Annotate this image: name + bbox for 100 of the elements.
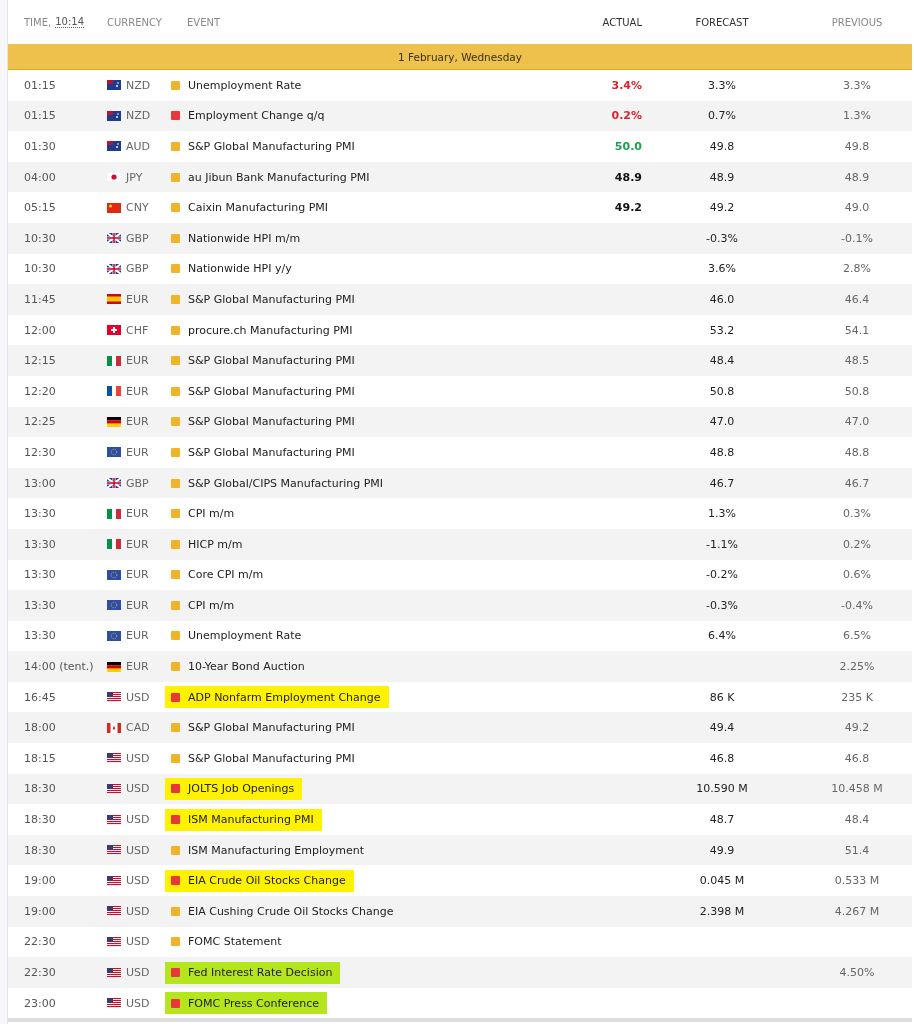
flag-icon <box>107 110 121 121</box>
forecast-cell-text: 47.0 <box>708 415 736 429</box>
flag-icon <box>107 386 121 397</box>
currency-cell: CHF <box>126 323 149 337</box>
event-cell[interactable]: Employment Change q/q <box>188 109 325 123</box>
previous-cell-text: 50.8 <box>843 384 871 398</box>
event-cell[interactable]: S&P Global Manufacturing PMI <box>188 415 355 429</box>
time-cell-text: 19:00 <box>23 904 57 918</box>
event-cell[interactable]: S&P Global Manufacturing PMI <box>188 292 355 306</box>
event-cell[interactable]: S&P Global Manufacturing PMI <box>188 354 355 368</box>
flag-icon <box>107 569 121 580</box>
event-cell[interactable]: Nationwide HPI y/y <box>188 262 292 276</box>
flag-icon <box>107 722 121 733</box>
event-cell[interactable]: S&P Global Manufacturing PMI <box>188 721 355 735</box>
event-cell[interactable]: FOMC Statement <box>188 935 282 949</box>
time-cell-text: 13:30 <box>23 507 57 521</box>
time-cell-text: 01:30 <box>23 140 57 153</box>
column-header: CURRENCY <box>106 16 163 28</box>
clock-link[interactable]: 10:14 <box>55 16 84 28</box>
flag-icon <box>107 294 121 305</box>
flag-icon <box>107 355 121 366</box>
flag-icon <box>107 141 121 152</box>
previous-cell-text: 235 K <box>840 690 874 704</box>
event-cell[interactable]: S&P Global/CIPS Manufacturing PMI <box>188 476 384 490</box>
event-cell[interactable]: Core CPI m/m <box>188 568 264 582</box>
column-header: PREVIOUS <box>830 16 884 28</box>
flag-icon <box>107 967 121 978</box>
previous-cell-text: 46.8 <box>843 751 871 765</box>
previous-cell-text: 47.0 <box>843 415 871 429</box>
flag-icon <box>107 172 121 183</box>
time-cell-text: 12:15 <box>23 354 57 368</box>
time-cell-text: 04:00 <box>23 170 57 184</box>
forecast-cell-text: 48.7 <box>708 813 736 827</box>
event-cell[interactable]: Unemployment Rate <box>188 78 302 92</box>
event-cell[interactable]: CPI m/m <box>188 507 235 521</box>
currency-cell: USD <box>126 843 150 857</box>
column-header: FORECAST <box>694 16 750 28</box>
previous-cell-text: 4.50% <box>838 966 876 979</box>
event-cell[interactable]: S&P Global Manufacturing PMI <box>188 384 355 398</box>
forecast-cell-text: -0.3% <box>705 598 739 612</box>
flag-icon <box>107 631 121 641</box>
event-cell[interactable]: Fed Interest Rate Decision <box>188 966 333 979</box>
forecast-cell-text: 0.045 M <box>698 874 746 888</box>
currency-cell: AUD <box>126 140 151 153</box>
currency-cell: EUR <box>126 568 149 582</box>
forecast-cell-text: 46.0 <box>708 292 736 306</box>
currency-cell: GBP <box>126 476 149 490</box>
event-cell[interactable]: Unemployment Rate <box>188 629 302 643</box>
forecast-cell-text: 46.7 <box>708 476 736 490</box>
event-cell[interactable]: CPI m/m <box>188 598 235 612</box>
event-cell[interactable]: JOLTS Job Openings <box>188 782 295 796</box>
currency-cell: USD <box>126 751 150 765</box>
time-cell-text: 18:00 <box>23 721 57 735</box>
flag-icon <box>107 906 121 917</box>
flag-icon <box>107 233 121 244</box>
event-cell[interactable]: EIA Crude Oil Stocks Change <box>188 874 346 888</box>
flag-icon <box>107 661 121 672</box>
time-cell-text: 18:30 <box>23 843 57 857</box>
event-cell[interactable]: Nationwide HPI m/m <box>188 231 301 245</box>
previous-cell-text: 6.5% <box>842 629 872 643</box>
flag-icon <box>107 875 121 886</box>
event-cell[interactable]: ISM Manufacturing PMI <box>188 813 314 827</box>
forecast-cell-text: 48.4 <box>708 354 736 368</box>
event-cell[interactable]: procure.ch Manufacturing PMI <box>188 323 353 337</box>
event-cell[interactable]: EIA Cushing Crude Oil Stocks Change <box>188 904 394 918</box>
previous-cell-text: 46.7 <box>843 476 871 490</box>
flag-icon <box>107 998 121 1009</box>
currency-cell: EUR <box>126 507 149 521</box>
time-cell-text: 13:30 <box>23 568 57 582</box>
currency-cell: USD <box>126 874 150 888</box>
event-cell[interactable]: HICP m/m <box>188 537 243 551</box>
currency-cell: EUR <box>126 415 149 429</box>
time-cell-text: 22:30 <box>23 966 57 979</box>
event-cell[interactable]: FOMC Press Conference <box>188 996 319 1010</box>
time-cell-text: 14:00 (tent.) <box>23 660 95 674</box>
forecast-cell-text: 49.8 <box>708 140 736 153</box>
forecast-cell-text: -1.1% <box>705 537 739 551</box>
previous-cell-text: 1.3% <box>842 109 872 123</box>
flag-icon <box>107 80 121 91</box>
forecast-cell-text: 3.3% <box>707 78 737 92</box>
event-cell[interactable]: ADP Nonfarm Employment Change <box>188 690 381 704</box>
event-cell[interactable]: S&P Global Manufacturing PMI <box>188 445 355 459</box>
currency-cell: EUR <box>126 354 149 368</box>
flag-icon <box>107 508 121 519</box>
previous-cell-text: 2.8% <box>842 262 872 276</box>
previous-cell-text: 0.6% <box>842 568 872 582</box>
currency-cell: NZD <box>126 109 151 123</box>
event-cell[interactable]: S&P Global Manufacturing PMI <box>188 140 355 153</box>
event-cell[interactable]: S&P Global Manufacturing PMI <box>188 751 355 765</box>
column-header: TIME, <box>24 16 52 28</box>
actual-cell-text: 48.9 <box>613 170 642 184</box>
currency-cell: USD <box>126 813 150 827</box>
event-cell[interactable]: 10-Year Bond Auction <box>188 660 305 674</box>
currency-cell: EUR <box>126 598 149 612</box>
flag-icon <box>107 753 121 764</box>
time-cell-text: 18:15 <box>23 751 57 765</box>
flag-icon <box>107 692 121 703</box>
event-cell[interactable]: Caixin Manufacturing PMI <box>188 201 329 215</box>
event-cell[interactable]: ISM Manufacturing Employment <box>188 843 365 857</box>
event-cell[interactable]: au Jibun Bank Manufacturing PMI <box>188 170 370 184</box>
